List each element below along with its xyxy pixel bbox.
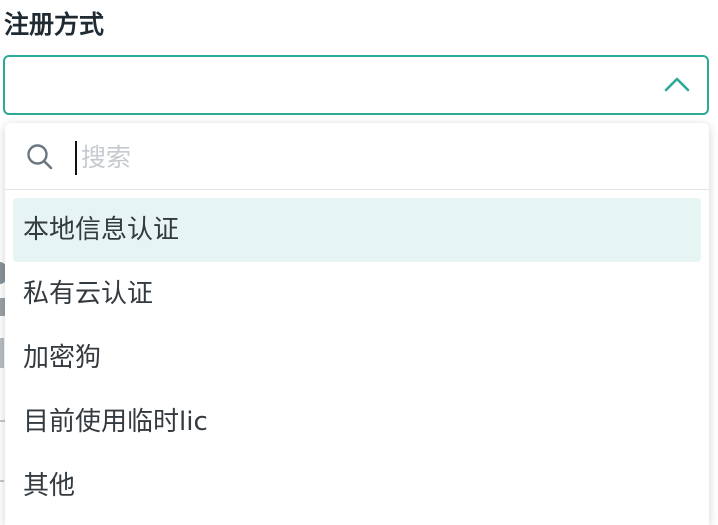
background-fragment bbox=[0, 338, 4, 368]
option-dongle[interactable]: 加密狗 bbox=[13, 326, 701, 390]
field-label: 注册方式 bbox=[4, 10, 105, 39]
background-divider bbox=[0, 480, 4, 482]
dropdown-panel: 本地信息认证 私有云认证 加密狗 目前使用临时lic 其他 bbox=[5, 123, 709, 525]
page: 注册方式 本地信息认证 私有云认证 加密狗 目前使用临时 bbox=[0, 0, 718, 525]
dropdown-search-input[interactable] bbox=[77, 135, 681, 179]
chevron-up-icon[interactable] bbox=[663, 73, 691, 97]
dropdown-search-row bbox=[5, 123, 709, 190]
option-private-cloud-auth[interactable]: 私有云认证 bbox=[13, 262, 701, 326]
search-icon bbox=[25, 142, 55, 172]
option-temporary-lic[interactable]: 目前使用临时lic bbox=[13, 390, 701, 454]
registration-method-select[interactable] bbox=[3, 55, 709, 115]
option-other[interactable]: 其他 bbox=[13, 454, 701, 518]
options-list: 本地信息认证 私有云认证 加密狗 目前使用临时lic 其他 bbox=[5, 190, 709, 518]
option-local-auth[interactable]: 本地信息认证 bbox=[13, 198, 701, 262]
